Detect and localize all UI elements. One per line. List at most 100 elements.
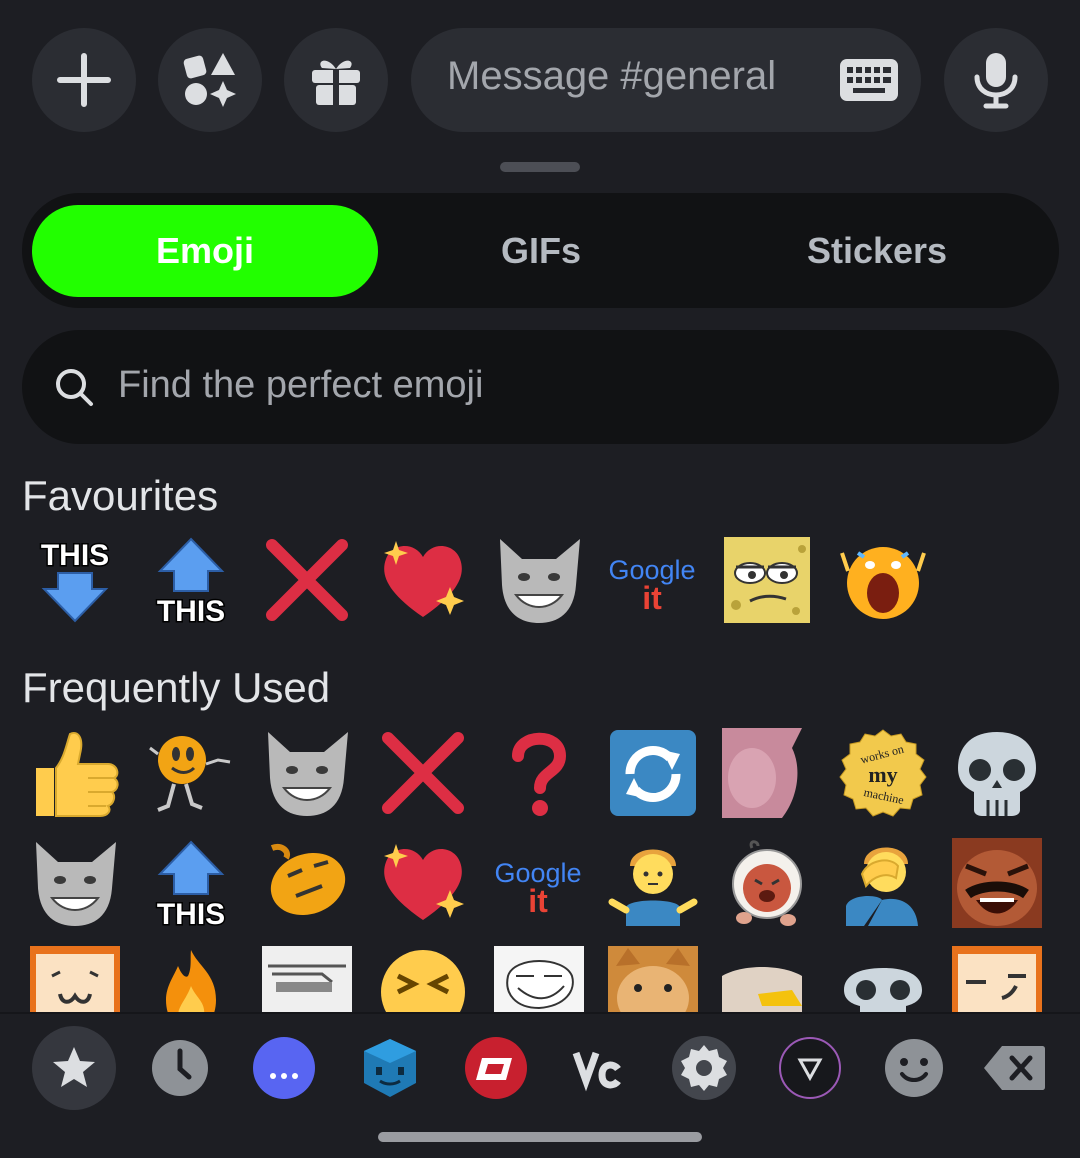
server-v-triangle[interactable] [768, 1026, 852, 1110]
refresh-arrows-icon [610, 730, 696, 816]
laughing-face-icon [381, 950, 465, 1012]
emoji-question-mark[interactable] [494, 728, 584, 818]
tab-stickers[interactable]: Stickers [704, 205, 1050, 297]
emoji-person-shrugging[interactable] [608, 838, 698, 928]
backspace-icon [984, 1046, 1045, 1090]
fire-icon [166, 950, 216, 1012]
clock-icon [152, 1040, 208, 1096]
tab-emoji[interactable]: Emoji [32, 205, 378, 297]
message-input[interactable]: Message #general [411, 28, 921, 132]
voice-message-button[interactable] [944, 28, 1048, 132]
search-icon [56, 369, 93, 406]
sparkling-heart-icon [384, 541, 464, 617]
this-text: THIS [157, 595, 225, 625]
emoji-skull[interactable] [952, 728, 1042, 818]
doge-photo [608, 946, 698, 1012]
emoji-hand-blur[interactable] [722, 946, 812, 1012]
emoji-works-on-my-machine[interactable]: works on my machine [838, 728, 928, 818]
emoji-this-up[interactable]: THIS [146, 535, 236, 625]
emoji-meme-photo-1[interactable] [262, 946, 352, 1012]
works-on-my-machine-badge: works on my machine [839, 729, 927, 817]
red-logo-server-icon [465, 1037, 527, 1099]
emoji-grinning-cat[interactable] [262, 728, 352, 818]
skull-icon [958, 732, 1036, 816]
emoji-fire[interactable] [146, 946, 236, 1012]
emoji-grinning-cat[interactable] [30, 838, 120, 928]
cat-face-icon [268, 732, 348, 816]
vc-server-icon [572, 1051, 621, 1092]
trollface-image [494, 946, 584, 1012]
server-dots[interactable] [242, 1026, 326, 1110]
pink-creature-icon [722, 728, 802, 818]
it-text: it [528, 883, 548, 919]
search-placeholder: Find the perfect emoji [118, 364, 484, 406]
server-vc[interactable] [558, 1026, 642, 1110]
category-recent[interactable] [138, 1026, 222, 1110]
emoji-grid-overflow-row [0, 940, 1080, 1012]
gift-button[interactable] [284, 28, 388, 132]
home-indicator[interactable] [378, 1132, 702, 1142]
emoji-trollface[interactable] [494, 946, 584, 1012]
thinking-face-icon [270, 844, 346, 916]
laughing-man-photo [952, 838, 1042, 928]
person-facepalming-icon [846, 847, 918, 926]
emoji-laughing-man[interactable] [952, 838, 1042, 928]
emoji-cross-mark[interactable] [378, 728, 468, 818]
emoji-uwu-face[interactable] [30, 946, 120, 1012]
category-people[interactable] [872, 1026, 956, 1110]
emoji-this-up[interactable]: THIS [146, 838, 236, 928]
emoji-sparkling-heart[interactable] [378, 838, 468, 928]
emoji-sponge-face[interactable] [722, 535, 812, 625]
it-text: it [642, 580, 662, 616]
gear-server-icon [672, 1036, 736, 1100]
plus-icon [57, 53, 111, 107]
emoji-this-down[interactable]: THIS [30, 535, 120, 625]
favourites-heading: Favourites [22, 472, 219, 519]
emoji-grinning-cat[interactable] [494, 535, 584, 625]
astronaut-crying-icon [732, 840, 802, 926]
walking-ball-icon [149, 736, 231, 812]
server-red-logo[interactable] [454, 1026, 538, 1110]
cat-face-icon [36, 842, 116, 926]
emoji-skull-2[interactable] [838, 946, 928, 1012]
message-placeholder: Message #general [447, 54, 777, 98]
server-gear[interactable] [662, 1026, 746, 1110]
emoji-walking-face[interactable] [146, 728, 236, 818]
blue-cube-server-icon [364, 1039, 416, 1097]
emoji-cross-mark[interactable] [262, 535, 352, 625]
keyboard-icon[interactable] [839, 58, 899, 102]
tab-gifs[interactable]: GIFs [368, 205, 714, 297]
emoji-laughing-squint[interactable] [378, 946, 468, 1012]
screaming-face-icon [840, 547, 926, 619]
this-text: THIS [157, 898, 225, 928]
category-favourites[interactable] [32, 1026, 116, 1110]
apps-shapes-icon [183, 53, 236, 107]
emoji-pink-blur[interactable] [722, 728, 812, 818]
cross-mark-icon [266, 539, 348, 621]
emoji-doge[interactable] [608, 946, 698, 1012]
picker-tabs: Emoji GIFs Stickers [22, 193, 1059, 308]
drawer-drag-handle[interactable] [500, 162, 580, 172]
smug-face-icon [952, 946, 1042, 1012]
emoji-refresh[interactable] [608, 728, 698, 818]
add-attachment-button[interactable] [32, 28, 136, 132]
server-blue-cube[interactable] [348, 1026, 432, 1110]
cat-face-icon [500, 539, 580, 623]
emoji-crying-astronaut[interactable] [722, 838, 812, 928]
cross-mark-icon [382, 732, 464, 814]
emoji-search-input[interactable]: Find the perfect emoji [22, 330, 1059, 444]
emoji-thinking-tilted[interactable] [262, 838, 352, 928]
emoji-sparkling-heart[interactable] [378, 535, 468, 625]
backspace-button[interactable] [972, 1026, 1056, 1110]
apps-button[interactable] [158, 28, 262, 132]
star-icon [53, 1047, 95, 1087]
emoji-person-facepalming[interactable] [838, 838, 928, 928]
thumbs-up-icon [36, 732, 119, 817]
more-dots-server-icon [253, 1037, 315, 1099]
emoji-google-it[interactable]: Google it [494, 838, 584, 928]
emoji-screaming-face[interactable] [838, 535, 928, 625]
emoji-smug-face[interactable] [952, 946, 1042, 1012]
uwu-face-icon [30, 946, 120, 1012]
emoji-google-it[interactable]: Google it [608, 535, 698, 625]
emoji-thumbs-up[interactable] [30, 728, 120, 818]
